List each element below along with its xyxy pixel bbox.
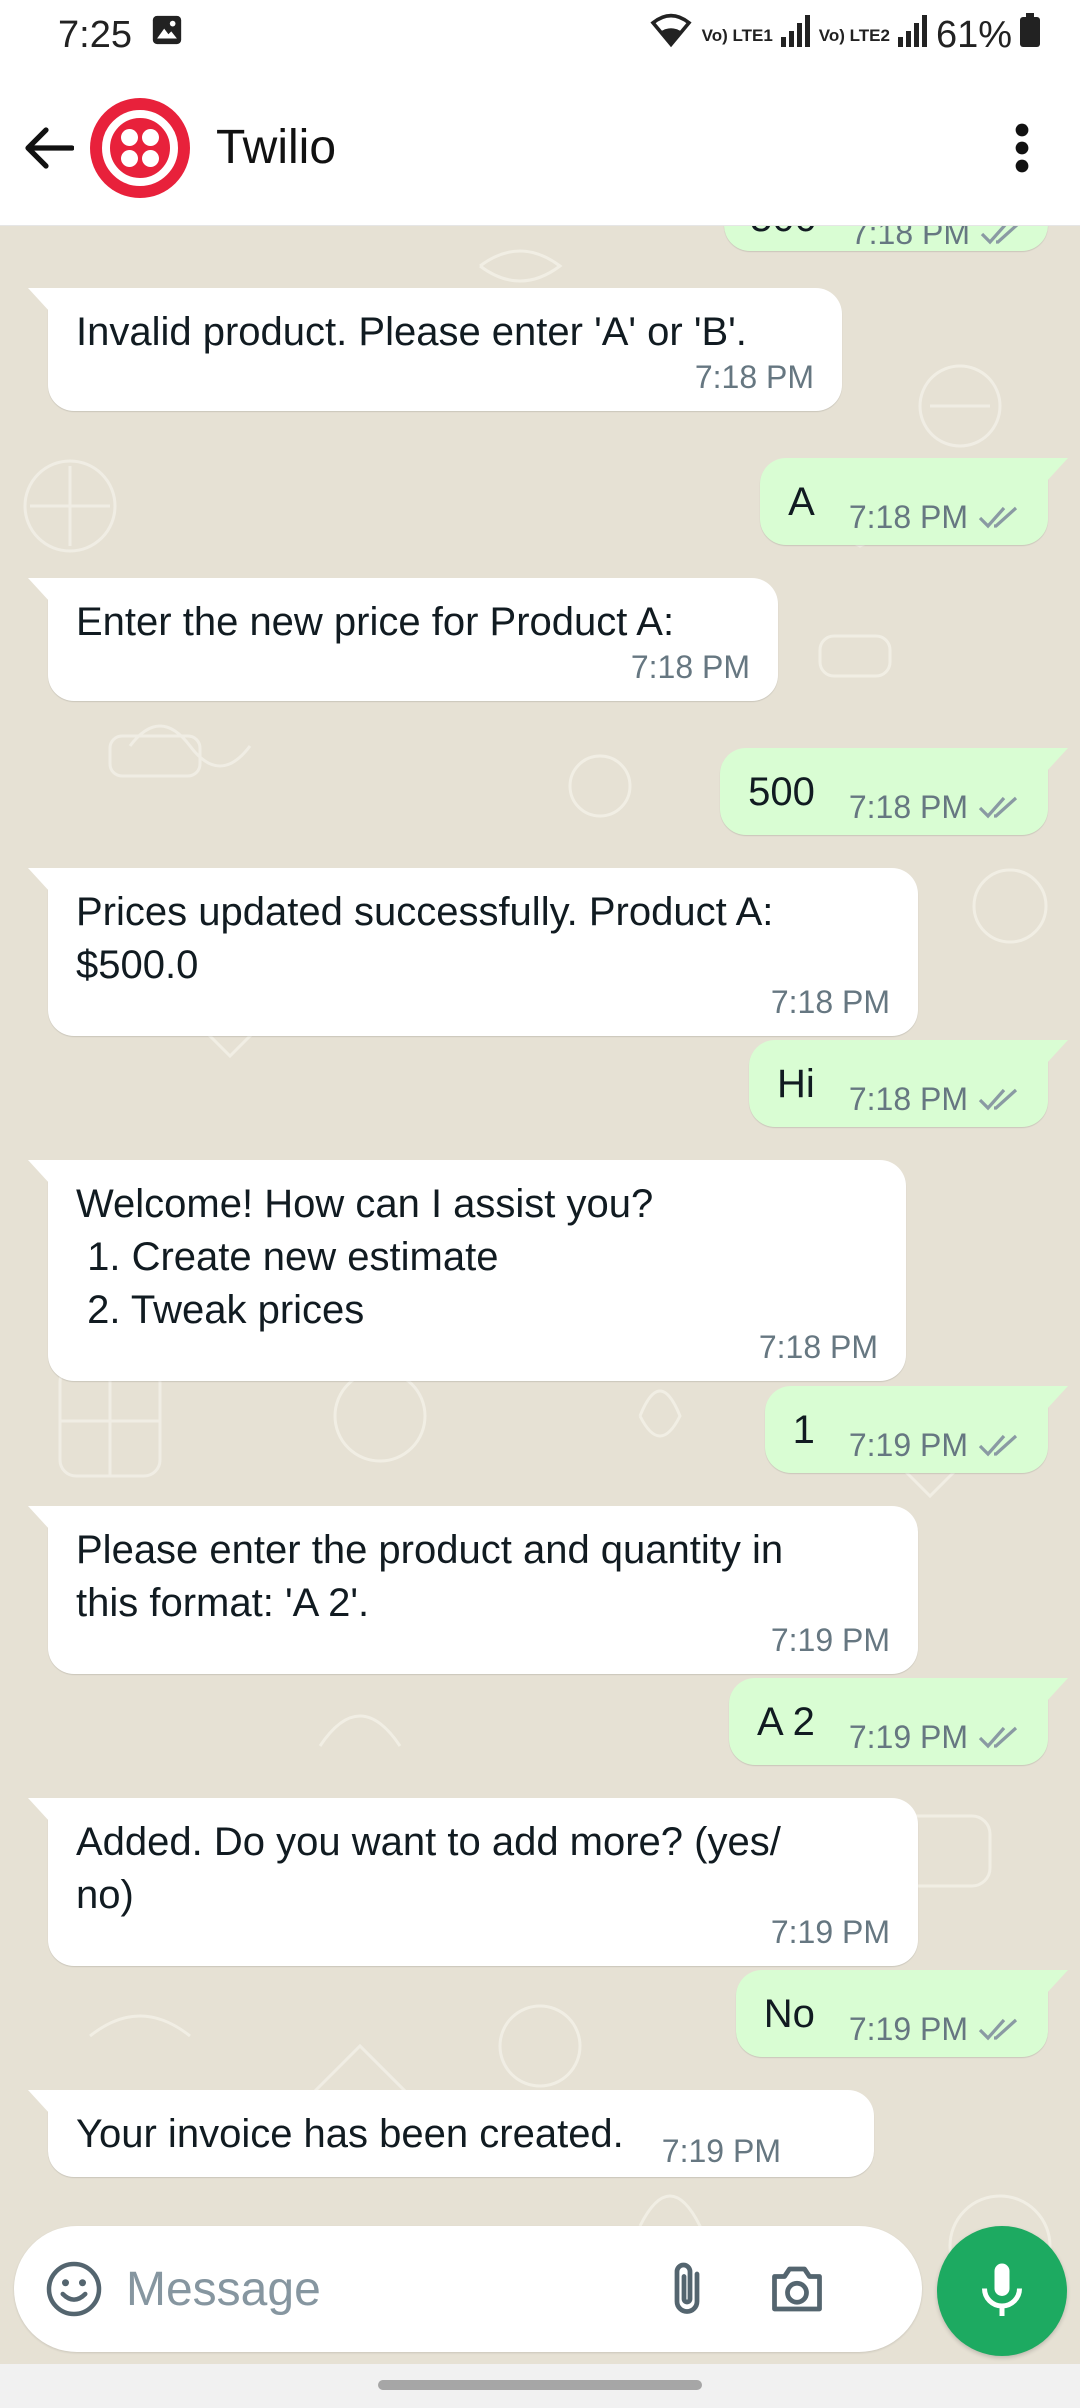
message-bubble-outgoing[interactable]: A 7:18 PM (760, 458, 1068, 545)
status-left: 7:25 (58, 13, 184, 57)
emoji-icon (46, 2261, 102, 2317)
home-gesture-handle[interactable] (378, 2380, 702, 2390)
message-time: 7:19 PM (661, 2133, 781, 2169)
battery-icon (1020, 13, 1040, 57)
message-bubble-incoming[interactable]: Please enter the product and quantity in… (28, 1506, 918, 1674)
sim1-label: Vo) LTE1 (701, 25, 773, 45)
message-bubble-incoming[interactable]: Welcome! How can I assist you? 1. Create… (28, 1160, 906, 1381)
more-options-button[interactable] (992, 108, 1052, 188)
back-arrow-icon (25, 126, 74, 169)
double-check-icon (978, 1434, 1018, 1457)
sim2-label: Vo) LTE2 (818, 25, 890, 45)
status-time: 7:25 (58, 13, 132, 56)
signal-icon (897, 13, 928, 57)
message-text: Prices updated successfully. Product A: … (76, 890, 774, 987)
message-time: 7:19 PM (848, 1719, 968, 1755)
message-time: 7:18 PM (848, 1081, 968, 1117)
message-time: 7:18 PM (694, 359, 814, 395)
message-bubble-outgoing[interactable]: A 2 7:19 PM (728, 1678, 1068, 1765)
message-text: Enter the new price for Product A: (76, 600, 675, 644)
message-bubble-outgoing[interactable]: Hi 7:18 PM (749, 1040, 1068, 1127)
emoji-button[interactable] (42, 2257, 106, 2321)
message-time: 7:18 PM (848, 499, 968, 535)
message-time: 7:18 PM (758, 1329, 878, 1365)
gallery-icon (150, 13, 184, 57)
battery-percent: 61% (935, 13, 1012, 56)
mic-icon (982, 2263, 1022, 2316)
message-input[interactable] (126, 2261, 646, 2317)
signal-icon (780, 13, 811, 57)
message-bubble-incoming[interactable]: Added. Do you want to add more? (yes/ no… (28, 1798, 918, 1966)
message-text: Invalid product. Please enter 'A' or 'B'… (76, 310, 747, 354)
message-bubble-outgoing[interactable]: 500 7:18 PM (724, 226, 1048, 251)
status-right: Vo) LTE1 Vo) LTE2 61% (648, 12, 1040, 58)
double-check-icon (978, 796, 1018, 819)
attach-button[interactable] (652, 2254, 722, 2324)
attach-icon (674, 2262, 700, 2314)
double-check-icon (978, 1726, 1018, 1749)
message-text: Added. Do you want to add more? (yes/ no… (76, 1820, 781, 1917)
message-bubble-outgoing[interactable]: 1 7:19 PM (764, 1386, 1068, 1473)
message-text: Welcome! How can I assist you? 1. Create… (76, 1182, 654, 1332)
message-text: A 2 (756, 1700, 815, 1744)
message-text: Please enter the product and quantity in… (76, 1528, 784, 1625)
voice-message-button[interactable] (937, 2226, 1067, 2356)
double-check-icon (978, 1088, 1018, 1111)
message-bubble-outgoing[interactable]: No 7:19 PM (735, 1970, 1068, 2057)
double-check-icon (980, 226, 1019, 245)
wifi-icon (648, 12, 694, 58)
message-time: 7:19 PM (770, 1622, 890, 1658)
contact-name[interactable]: Twilio (216, 120, 336, 175)
double-check-icon (978, 506, 1018, 529)
message-text: No (763, 1992, 815, 2036)
message-time: 7:18 PM (770, 984, 890, 1020)
chat-area[interactable]: 500 7:18 PM Invalid product. Please ente… (0, 226, 1080, 2408)
camera-icon (772, 2266, 822, 2312)
double-check-icon (978, 2018, 1018, 2041)
message-bubble-outgoing[interactable]: 500 7:18 PM (720, 748, 1068, 835)
message-bubble-incoming[interactable]: Invalid product. Please enter 'A' or 'B'… (28, 288, 842, 411)
avatar[interactable] (90, 97, 190, 198)
message-text: 500 (750, 226, 817, 245)
message-text: 500 (748, 770, 815, 814)
chat-header: Twilio (0, 70, 1080, 226)
back-button[interactable] (14, 113, 84, 183)
message-time: 7:18 PM (848, 789, 968, 825)
message-bubble-incoming[interactable]: Your invoice has been created. 7:19 PM (28, 2090, 874, 2177)
more-vert-icon (1015, 123, 1029, 172)
message-text: Hi (777, 1062, 815, 1106)
message-time: 7:18 PM (630, 649, 750, 685)
status-bar: 7:25 Vo) LTE1 Vo) LTE2 61% (0, 0, 1080, 70)
message-time: 7:18 PM (850, 226, 970, 251)
message-text: 1 (792, 1408, 815, 1452)
message-time: 7:19 PM (848, 1427, 968, 1463)
message-bubble-incoming[interactable]: Prices updated successfully. Product A: … (28, 868, 918, 1036)
message-composer (14, 2226, 922, 2352)
twilio-logo-icon (102, 109, 178, 186)
message-time: 7:19 PM (770, 1914, 890, 1950)
message-text: Your invoice has been created. (76, 2112, 624, 2156)
message-time: 7:19 PM (848, 2011, 968, 2047)
camera-button[interactable] (762, 2254, 832, 2324)
message-text: A (788, 480, 815, 524)
message-bubble-incoming[interactable]: Enter the new price for Product A: 7:18 … (28, 578, 778, 701)
